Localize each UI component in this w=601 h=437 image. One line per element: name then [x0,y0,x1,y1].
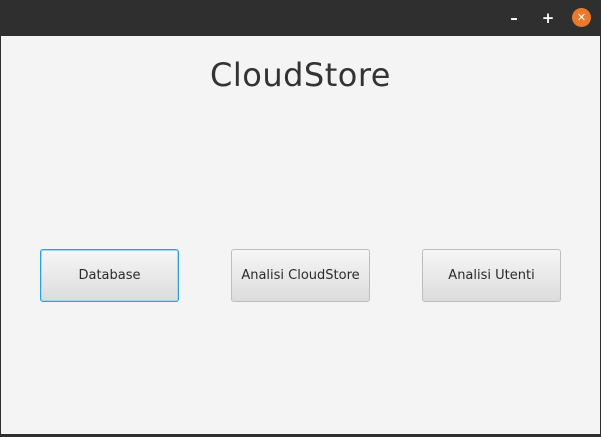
main-window: CloudStore Database Analisi CloudStore A… [0,36,601,437]
analisi-cloudstore-button[interactable]: Analisi CloudStore [231,249,370,302]
window-titlebar: – + ✕ [0,0,601,36]
maximize-icon[interactable]: + [538,8,558,28]
app-title: CloudStore [210,56,391,94]
close-icon[interactable]: ✕ [572,8,591,27]
minimize-icon[interactable]: – [504,8,524,28]
analisi-utenti-button[interactable]: Analisi Utenti [422,249,561,302]
database-button[interactable]: Database [40,249,179,302]
